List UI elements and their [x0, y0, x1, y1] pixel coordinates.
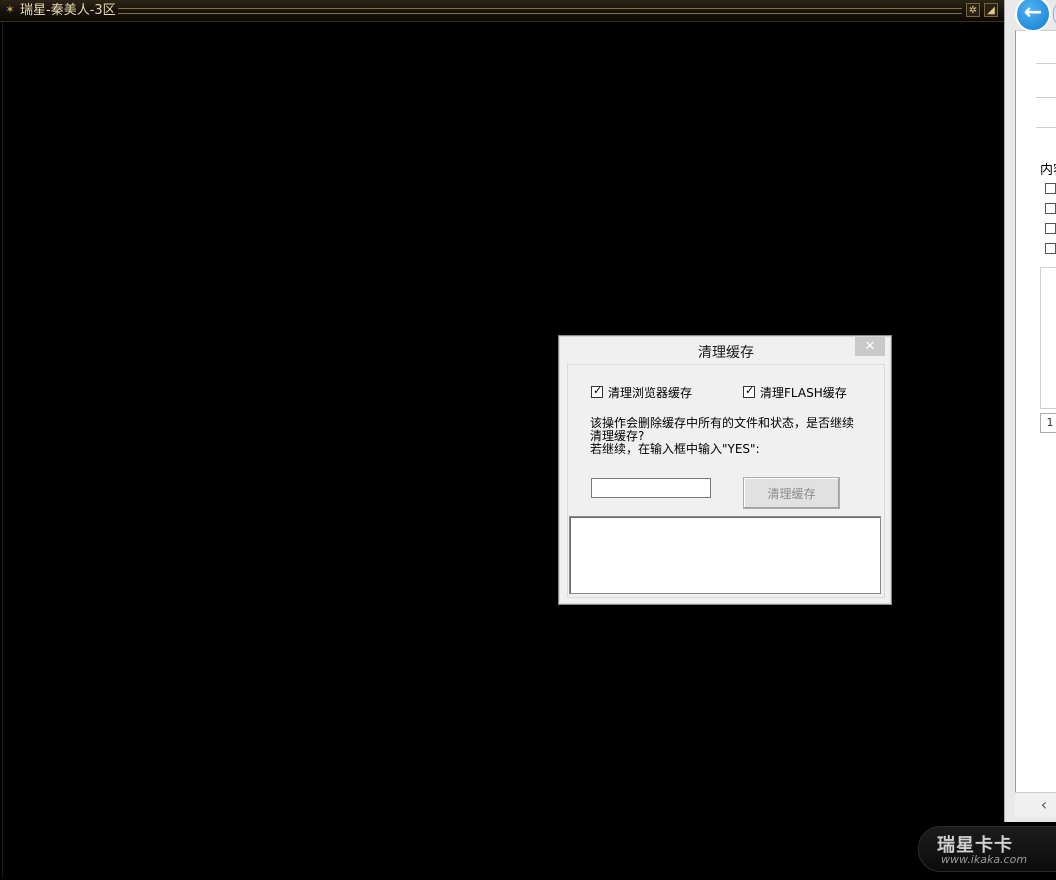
- horizontal-scrollbar[interactable]: ‹: [1015, 792, 1056, 817]
- confirm-yes-input[interactable]: [591, 478, 711, 498]
- checkbox-box[interactable]: ✓: [591, 384, 603, 398]
- clear-browser-cache-checkbox[interactable]: ✓ 清理浏览器缓存: [591, 384, 692, 400]
- minimize-icon[interactable]: ◢: [984, 3, 998, 17]
- side-checkbox[interactable]: [1045, 243, 1056, 254]
- clear-cache-button[interactable]: 清理缓存: [743, 477, 840, 509]
- side-panel-content: 内容 1: [1015, 30, 1056, 793]
- check-mark-icon: ✓: [745, 384, 755, 397]
- checkbox-label[interactable]: 清理FLASH缓存: [760, 384, 847, 401]
- chevron-left-icon[interactable]: ‹: [1033, 795, 1055, 815]
- side-checkbox[interactable]: [1045, 203, 1056, 214]
- page-number-box[interactable]: 1: [1040, 413, 1056, 433]
- arrow-left-icon[interactable]: ←: [1015, 0, 1051, 32]
- watermark-logo: 瑞星卡卡 www.ikaka.com: [918, 826, 1056, 872]
- dialog-message: 该操作会删除缓存中所有的文件和状态，是否继续清理缓存? 若继续，在输入框中输入"…: [590, 417, 860, 456]
- close-icon[interactable]: ✕: [855, 337, 885, 356]
- instruction-text: 若继续，在输入框中输入"YES":: [590, 442, 760, 456]
- game-titlebar[interactable]: ✶ 瑞星-秦美人-3区 ✲ ◢: [0, 0, 1004, 22]
- titlebar-decoration: [118, 8, 962, 14]
- divider: [1036, 127, 1056, 128]
- check-mark-icon: ✓: [593, 384, 603, 397]
- dialog-title: 清理缓存: [698, 345, 754, 361]
- side-checkbox[interactable]: [1045, 183, 1056, 194]
- side-list-box: [1040, 267, 1056, 409]
- side-panel-label: 内容: [1040, 163, 1056, 178]
- gear-icon[interactable]: ✲: [966, 3, 980, 17]
- game-window-title: 瑞星-秦美人-3区: [20, 3, 116, 18]
- side-panel: 内容 1 ← ‹: [1004, 0, 1056, 822]
- clear-flash-cache-checkbox[interactable]: ✓ 清理FLASH缓存: [743, 384, 847, 400]
- side-checkbox[interactable]: [1045, 223, 1056, 234]
- log-output-area[interactable]: [569, 516, 881, 594]
- game-logo-icon: ✶: [5, 3, 15, 16]
- divider: [1036, 97, 1056, 98]
- checkbox-box[interactable]: ✓: [743, 384, 755, 398]
- clear-cache-dialog: 清理缓存 ✕ ✓ 清理浏览器缓存 ✓ 清理FLASH缓存 该操作会删除缓存中所有…: [558, 335, 892, 605]
- watermark-url: www.ikaka.com: [941, 853, 1028, 866]
- divider: [1036, 63, 1056, 64]
- warning-text: 该操作会删除缓存中所有的文件和状态，是否继续清理缓存?: [590, 416, 855, 443]
- checkbox-label[interactable]: 清理浏览器缓存: [608, 384, 692, 401]
